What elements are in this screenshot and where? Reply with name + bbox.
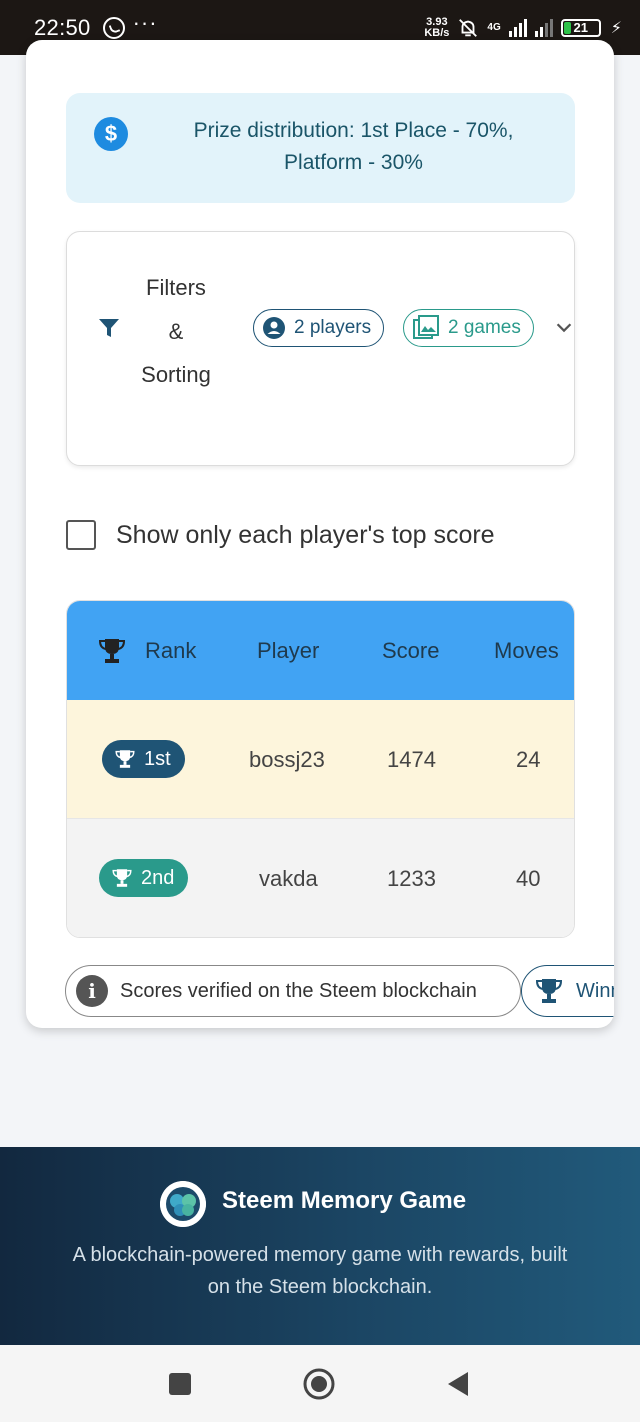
triangle-back-icon[interactable] [442, 1367, 476, 1401]
mute-bell-icon [459, 18, 478, 37]
brain-logo-icon [160, 1181, 206, 1227]
footer-title: Steem Memory Game [222, 1187, 467, 1214]
gallery-icon [413, 315, 439, 339]
square-icon[interactable] [163, 1367, 197, 1401]
table-row: 1st bossj23 1474 24 [67, 700, 574, 819]
dollar-icon: $ [94, 117, 128, 151]
rank-badge-silver: 2nd [99, 859, 189, 897]
network-speed: 3.93 KB/s [424, 15, 450, 39]
info-icon: i [76, 975, 108, 1007]
battery-icon: 21 [560, 18, 601, 37]
filters-panel[interactable]: Filters & Sorting 2 players 2 games [66, 231, 575, 466]
filter-icon [99, 319, 119, 337]
more-notifications-icon: ··· [132, 9, 158, 35]
trophy-icon [115, 750, 135, 768]
filters-title: Filters & Sorting [141, 275, 211, 387]
column-moves[interactable]: Moves [494, 601, 559, 700]
column-score[interactable]: Score [382, 601, 439, 700]
table-header: Rank Player Score Moves [67, 601, 574, 700]
charging-icon: ⚡ [610, 19, 622, 37]
table-row: 2nd vakda 1233 40 [67, 819, 574, 937]
footer-description: A blockchain-powered memory game with re… [72, 1244, 568, 1298]
trophy-icon [98, 639, 126, 663]
player-moves: 40 [516, 866, 541, 891]
rank-badge-gold: 1st [102, 740, 185, 778]
player-score: 1474 [387, 747, 436, 772]
trophy-icon [112, 869, 132, 887]
leaderboard-card: $ Prize distribution: 1st Place - 70%, P… [26, 40, 614, 1028]
person-icon [263, 317, 285, 339]
player-name: bossj23 [249, 747, 325, 772]
top-score-toggle[interactable]: Show only each player's top score [66, 520, 495, 550]
chevron-down-icon[interactable] [553, 316, 575, 338]
info-chips: i Scores verified on the Steem blockchai… [65, 965, 614, 1017]
site-footer: Steem Memory Game A blockchain-powered m… [0, 1147, 640, 1345]
player-moves: 24 [516, 747, 541, 772]
circle-icon[interactable] [302, 1367, 336, 1401]
whatsapp-icon [102, 16, 125, 39]
column-player[interactable]: Player [257, 601, 319, 700]
system-nav-bar [0, 1345, 640, 1422]
leaderboard-table: Rank Player Score Moves 1st bossj23 1474… [66, 600, 575, 938]
verified-chip[interactable]: i Scores verified on the Steem blockchai… [65, 965, 521, 1017]
prize-distribution-text: Prize distribution: 1st Place - 70%, Pla… [193, 119, 514, 174]
trophy-icon [535, 979, 563, 1003]
signal-icon [508, 18, 527, 37]
player-score: 1233 [387, 866, 436, 891]
signal-icon-2 [534, 18, 553, 37]
player-name: vakda [259, 866, 318, 891]
top-score-checkbox[interactable] [66, 520, 96, 550]
games-chip[interactable]: 2 games [403, 309, 534, 347]
prize-distribution-banner: $ Prize distribution: 1st Place - 70%, P… [66, 93, 575, 203]
network-type: 4G [487, 21, 501, 33]
column-rank[interactable]: Rank [145, 601, 196, 700]
top-score-label: Show only each player's top score [116, 520, 495, 549]
winner-chip[interactable]: Winner [521, 965, 614, 1017]
players-chip[interactable]: 2 players [253, 309, 385, 347]
status-time: 22:50 [34, 14, 91, 40]
